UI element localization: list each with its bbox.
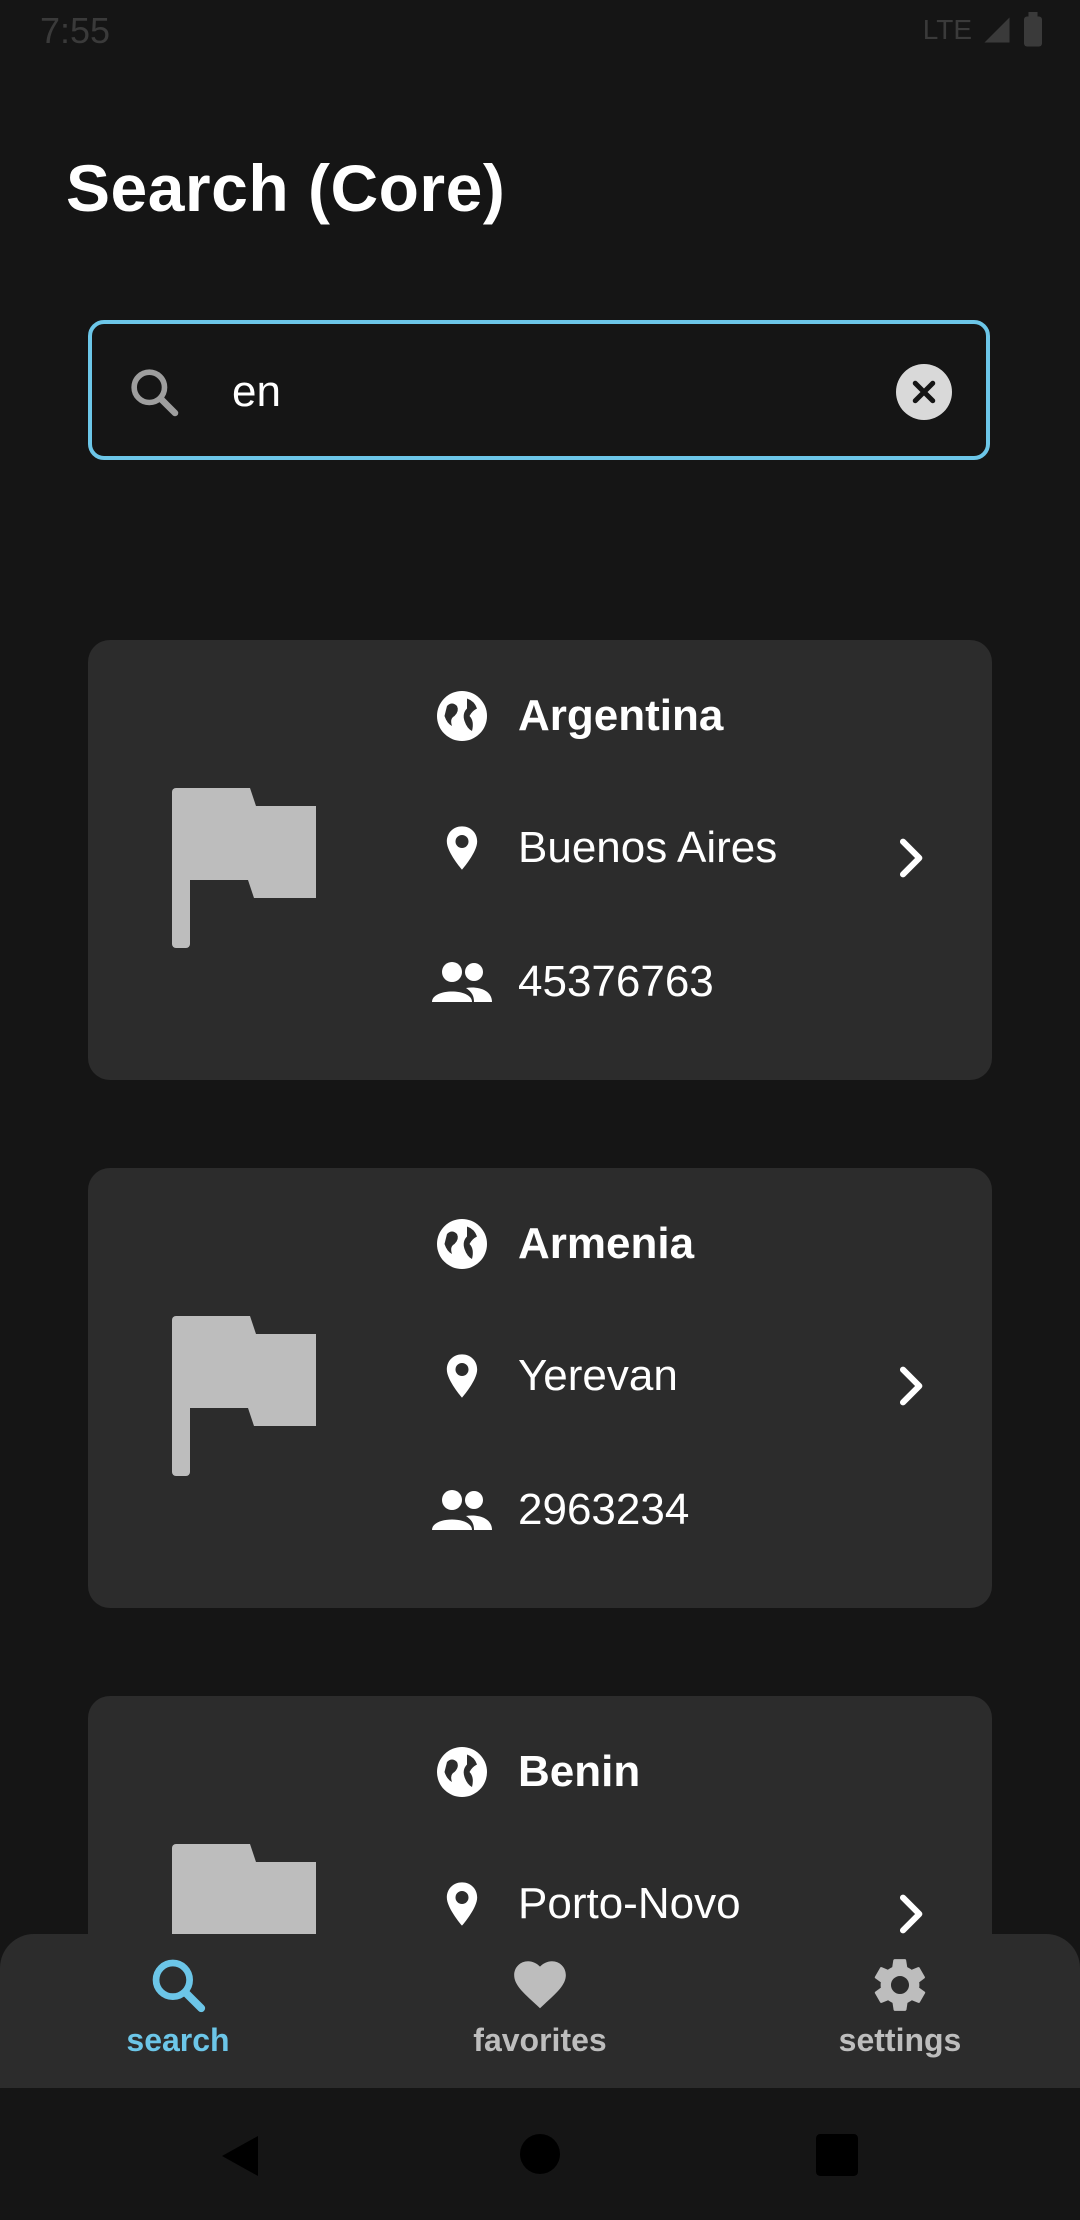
population-row: 45376763	[430, 950, 714, 1014]
capital-row: Buenos Aires	[430, 816, 777, 880]
search-field[interactable]	[88, 320, 990, 460]
flag-icon	[172, 1316, 316, 1476]
status-time: 7:55	[40, 10, 111, 51]
system-navigation-bar	[0, 2088, 1080, 2220]
clear-search-button[interactable]	[896, 364, 952, 420]
capital-row: Yerevan	[430, 1344, 678, 1408]
country-card[interactable]: Argentina Buenos Aires 45376763	[88, 640, 992, 1080]
status-icons: LTE	[923, 12, 1044, 48]
recents-icon[interactable]	[816, 2134, 858, 2176]
country-name-row: Argentina	[430, 684, 723, 748]
country-name-row: Benin	[430, 1740, 640, 1804]
population-text: 2963234	[518, 1485, 690, 1534]
flag-icon	[172, 788, 316, 948]
nav-label-settings: settings	[838, 2022, 962, 2058]
page-title: Search (Core)	[66, 151, 506, 225]
bottom-navigation: search favorites settings	[0, 1934, 1080, 2088]
search-icon	[152, 1959, 206, 2013]
location-pin-icon	[446, 1882, 478, 1926]
nav-item-settings[interactable]: settings	[780, 1954, 1020, 2059]
population-text: 45376763	[518, 957, 714, 1006]
search-input[interactable]	[232, 354, 872, 430]
heart-icon	[514, 1961, 566, 2009]
country-name: Benin	[518, 1747, 641, 1796]
capital-text: Buenos Aires	[518, 823, 778, 872]
country-name: Argentina	[518, 691, 724, 740]
close-icon	[912, 380, 936, 404]
people-icon	[432, 962, 492, 1002]
globe-icon	[437, 1747, 487, 1797]
population-row: 2963234	[430, 1478, 689, 1542]
battery-icon	[1024, 12, 1042, 47]
network-label: LTE	[922, 14, 972, 45]
globe-icon	[437, 1219, 487, 1269]
capital-row: Porto-Novo	[430, 1872, 741, 1936]
nav-label-search: search	[126, 2022, 230, 2058]
search-icon	[131, 369, 179, 417]
capital-text: Porto-Novo	[518, 1879, 741, 1928]
people-icon	[432, 1490, 492, 1530]
back-icon[interactable]	[218, 2132, 262, 2180]
chevron-right-icon[interactable]	[882, 830, 938, 886]
nav-item-favorites[interactable]: favorites	[420, 1954, 660, 2059]
home-icon[interactable]	[520, 2134, 560, 2174]
nav-item-search[interactable]: search	[58, 1954, 298, 2059]
signal-icon	[984, 17, 1010, 43]
capital-text: Yerevan	[518, 1351, 678, 1400]
chevron-right-icon[interactable]	[882, 1358, 938, 1414]
location-pin-icon	[446, 1354, 478, 1398]
gear-icon	[874, 1959, 926, 2011]
country-name-row: Armenia	[430, 1212, 694, 1276]
globe-icon	[437, 691, 487, 741]
nav-label-favorites: favorites	[473, 2022, 607, 2058]
status-bar: 7:55 LTE	[0, 0, 1080, 66]
location-pin-icon	[446, 826, 478, 870]
country-name: Armenia	[518, 1219, 695, 1268]
country-card[interactable]: Armenia Yerevan 2963234	[88, 1168, 992, 1608]
